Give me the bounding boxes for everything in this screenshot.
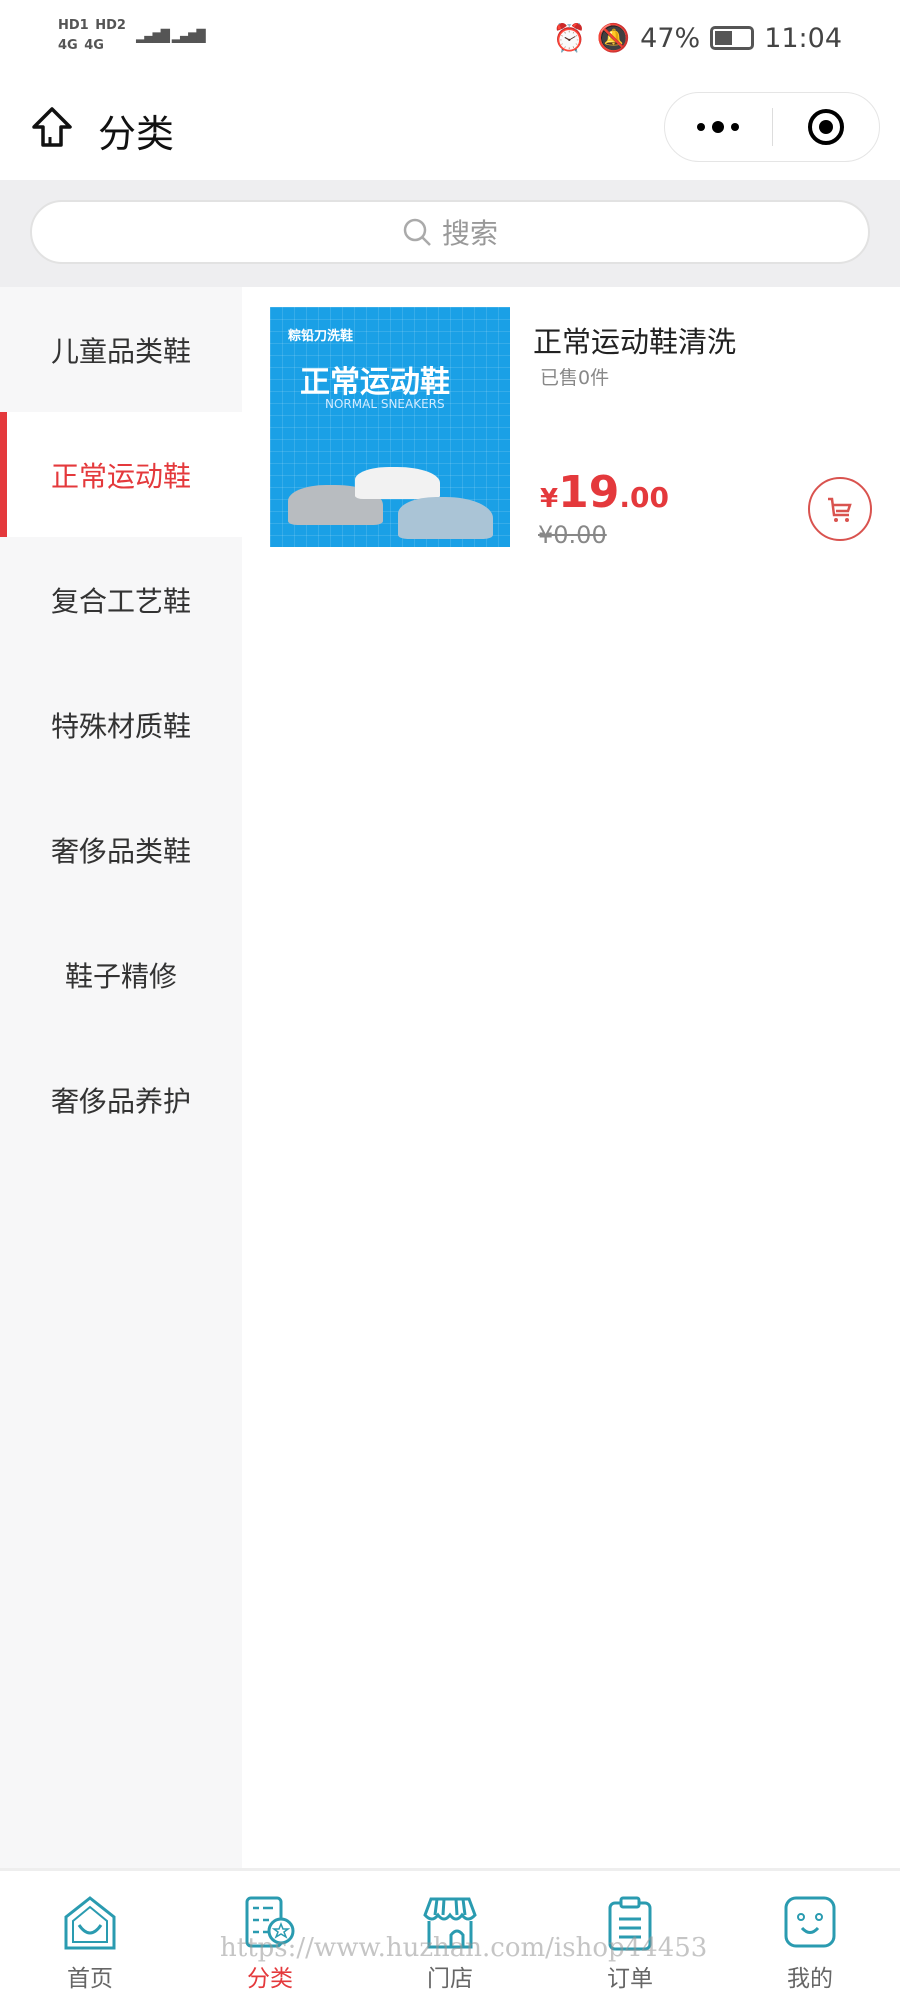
category-item[interactable]: 特殊材质鞋 [0, 662, 242, 787]
shoe-graphic [355, 467, 440, 499]
category-item[interactable]: 奢侈品类鞋 [0, 787, 242, 912]
close-button[interactable] [773, 93, 880, 161]
tab-profile[interactable]: 我的 [720, 1871, 900, 2000]
search-input[interactable]: 搜索 [30, 200, 870, 264]
tab-label: 我的 [787, 1966, 833, 1992]
image-headline: 正常运动鞋 [300, 365, 450, 400]
tab-orders[interactable]: 订单 [540, 1871, 720, 2000]
order-icon [608, 1896, 652, 1951]
add-to-cart-button[interactable] [808, 477, 872, 541]
battery-percent: 47% [640, 22, 701, 54]
search-placeholder: 搜索 [441, 217, 498, 250]
cart-icon [828, 497, 852, 522]
signal-indicators: HD1 HD2 4G 4G ▂▄▆█ ▂▄▆█ [58, 16, 206, 56]
sim-indicator: HD1 HD2 4G 4G [58, 18, 126, 53]
tab-label: 订单 [607, 1966, 653, 1992]
tab-label: 分类 [247, 1966, 293, 1992]
bottom-tab-bar: 首页 分类 门店 订单 我的 [0, 1868, 900, 2000]
store-icon [423, 1897, 477, 1949]
profile-icon [784, 1896, 836, 1948]
page-title: 分类 [98, 112, 175, 156]
home-icon [64, 1896, 116, 1950]
home-icon[interactable] [30, 105, 74, 153]
category-item[interactable]: 儿童品类鞋 [0, 287, 242, 412]
image-brand: 粽铅刀洗鞋 [288, 329, 354, 344]
tab-label: 首页 [67, 1966, 113, 1992]
tab-category[interactable]: 分类 [180, 1871, 360, 2000]
target-icon [807, 109, 844, 145]
image-subtitle: NORMAL SNEAKERS [325, 397, 445, 411]
category-item[interactable]: 鞋子精修 [0, 912, 242, 1037]
category-sidebar: 儿童品类鞋 正常运动鞋 复合工艺鞋 特殊材质鞋 奢侈品类鞋 鞋子精修 奢侈品养护 [0, 287, 242, 1868]
category-item[interactable]: 复合工艺鞋 [0, 537, 242, 662]
signal-bars-icon: ▂▄▆█ ▂▄▆█ [136, 29, 206, 43]
price-decimal: .00 [619, 481, 669, 514]
product-price: ¥19.00 [540, 467, 669, 518]
alarm-icon: ⏰ [552, 23, 587, 54]
tab-home[interactable]: 首页 [0, 1871, 180, 2000]
price-integer: 19 [558, 467, 620, 518]
price-currency: ¥ [540, 484, 559, 514]
tab-store[interactable]: 门店 [360, 1871, 540, 2000]
category-item[interactable]: 奢侈品养护 [0, 1037, 242, 1162]
tab-label: 门店 [427, 1966, 473, 1992]
header: 分类 [0, 75, 900, 180]
status-bar: HD1 HD2 4G 4G ▂▄▆█ ▂▄▆█ ⏰ 🔕 47% 11:04 [0, 0, 900, 75]
mute-icon: 🔕 [596, 23, 631, 54]
sold-count: 已售0件 [540, 367, 610, 389]
category-icon [245, 1896, 295, 1948]
shoe-graphic [398, 497, 493, 539]
product-image[interactable]: 粽铅刀洗鞋 正常运动鞋 NORMAL SNEAKERS [270, 307, 510, 547]
original-price: ¥0.00 [538, 521, 607, 549]
more-icon [697, 121, 740, 133]
mini-program-capsule [664, 92, 880, 162]
search-icon [403, 218, 431, 246]
product-card[interactable]: 粽铅刀洗鞋 正常运动鞋 NORMAL SNEAKERS 正常运动鞋清洗 已售0件… [270, 307, 880, 549]
clock: 11:04 [764, 22, 842, 54]
category-item-active[interactable]: 正常运动鞋 [0, 412, 242, 537]
battery-icon [710, 26, 755, 50]
search-bar-area: 搜索 [0, 180, 900, 287]
more-button[interactable] [665, 93, 772, 161]
product-name[interactable]: 正常运动鞋清洗 [533, 319, 736, 361]
